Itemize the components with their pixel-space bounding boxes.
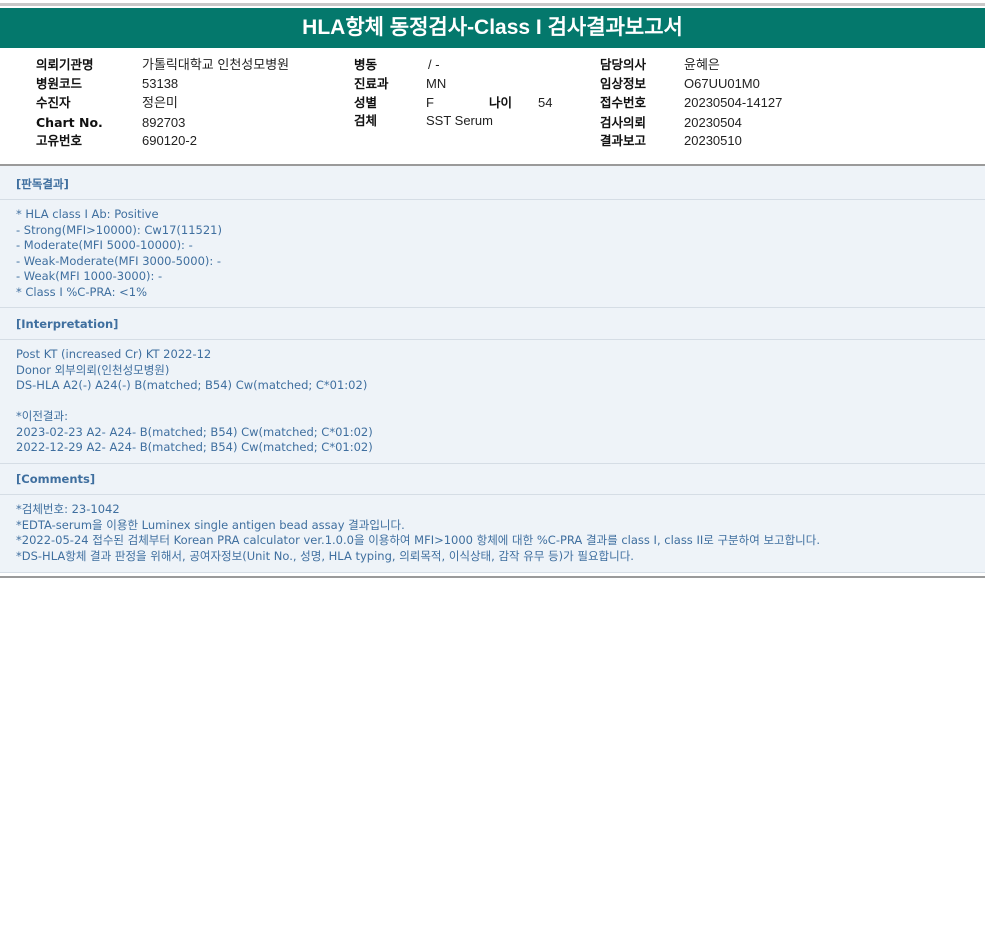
interpretation-line [0,394,985,410]
comment-line: *DS-HLA항체 결과 판정을 위해서, 공여자정보(Unit No., 성명… [16,548,634,563]
interpretation-line: DS-HLA A2(-) A24(-) B(matched; B54) Cw(m… [16,378,368,392]
report-body: [판독결과] * HLA class I Ab: Positive - Stro… [0,166,985,573]
comment-line: *검체번호: 23-1042 [16,502,120,516]
value-receipt-number: 20230504-14127 [684,95,783,110]
value-hospital-code: 53138 [142,76,179,91]
label-specimen: 검체 [354,113,378,128]
section-heading-result-text: [판독결과] [16,177,69,191]
section-heading-result: [판독결과] [0,169,985,200]
value-department: MN [426,76,447,91]
label-receipt-number: 접수번호 [600,95,647,110]
label-chart-no: Chart No. [36,115,103,130]
comment-line: *2022-05-24 접수된 검체부터 Korean PRA calculat… [16,533,821,547]
value-chart-no: 892703 [142,115,186,130]
section-heading-comments-text: [Comments] [16,472,96,486]
section-heading-interpretation: [Interpretation] [0,309,985,340]
section-body-comments: *검체번호: 23-1042 *EDTA-serum을 이용한 Luminex … [0,495,985,573]
label-attending-physician: 담당의사 [600,57,647,72]
value-attending-physician: 윤혜은 [684,57,720,72]
value-ward: / - [428,57,440,72]
label-unique-number: 고유번호 [36,133,83,148]
value-test-request-date: 20230504 [684,115,742,130]
result-line: * HLA class I Ab: Positive [16,207,159,221]
label-age: 나이 [489,95,513,110]
value-clinical-info: O67UU01M0 [684,76,760,91]
report-title-bar: HLA항체 동정검사-Class I 검사결과보고서 [0,8,985,48]
label-hospital-code: 병원코드 [36,76,83,91]
value-result-report-date: 20230510 [684,133,742,148]
value-unique-number: 690120-2 [142,133,197,148]
top-rule [0,3,985,6]
value-sex: F [426,95,434,110]
interpretation-line: 2022-12-29 A2- A24- B(matched; B54) Cw(m… [16,440,373,454]
value-patient-name: 정은미 [142,95,178,110]
result-line: - Strong(MFI>10000): Cw17(11521) [16,222,222,237]
patient-info-grid: 의뢰기관명 가톨릭대학교 인천성모병원 병원코드 53138 수진자 정은미 C… [0,50,985,162]
label-sex: 성별 [354,95,378,110]
footer-separator [0,576,985,578]
label-clinical-info: 임상정보 [600,76,647,91]
label-test-request-date: 검사의뢰 [600,115,647,130]
report-title: HLA항체 동정검사-Class I 검사결과보고서 [302,16,683,39]
interpretation-line: Post KT (increased Cr) KT 2022-12 [16,347,212,361]
value-requesting-institution: 가톨릭대학교 인천성모병원 [142,57,290,72]
result-line: - Weak-Moderate(MFI 3000-5000): - [16,253,222,268]
value-age: 54 [538,95,553,110]
label-result-report-date: 결과보고 [600,133,647,148]
interpretation-line: Donor 외부의뢰(인천성모병원) [16,362,170,377]
section-body-interpretation: Post KT (increased Cr) KT 2022-12 Donor … [0,340,985,464]
interpretation-line: 2023-02-23 A2- A24- B(matched; B54) Cw(m… [16,424,373,439]
section-body-result: * HLA class I Ab: Positive - Strong(MFI>… [0,200,985,308]
label-ward: 병동 [354,57,378,72]
value-specimen: SST Serum [426,113,493,128]
label-department: 진료과 [354,76,389,91]
interpretation-line: *이전결과: [16,409,68,423]
result-line: - Moderate(MFI 5000-10000): - [16,238,193,252]
section-heading-comments: [Comments] [0,464,985,495]
label-requesting-institution: 의뢰기관명 [36,57,94,72]
result-line: * Class I %C-PRA: <1% [16,284,148,299]
comment-line: *EDTA-serum을 이용한 Luminex single antigen … [16,517,405,532]
label-patient-name: 수진자 [36,95,71,110]
section-heading-interpretation-text: [Interpretation] [16,317,119,331]
result-line: - Weak(MFI 1000-3000): - [16,269,163,283]
